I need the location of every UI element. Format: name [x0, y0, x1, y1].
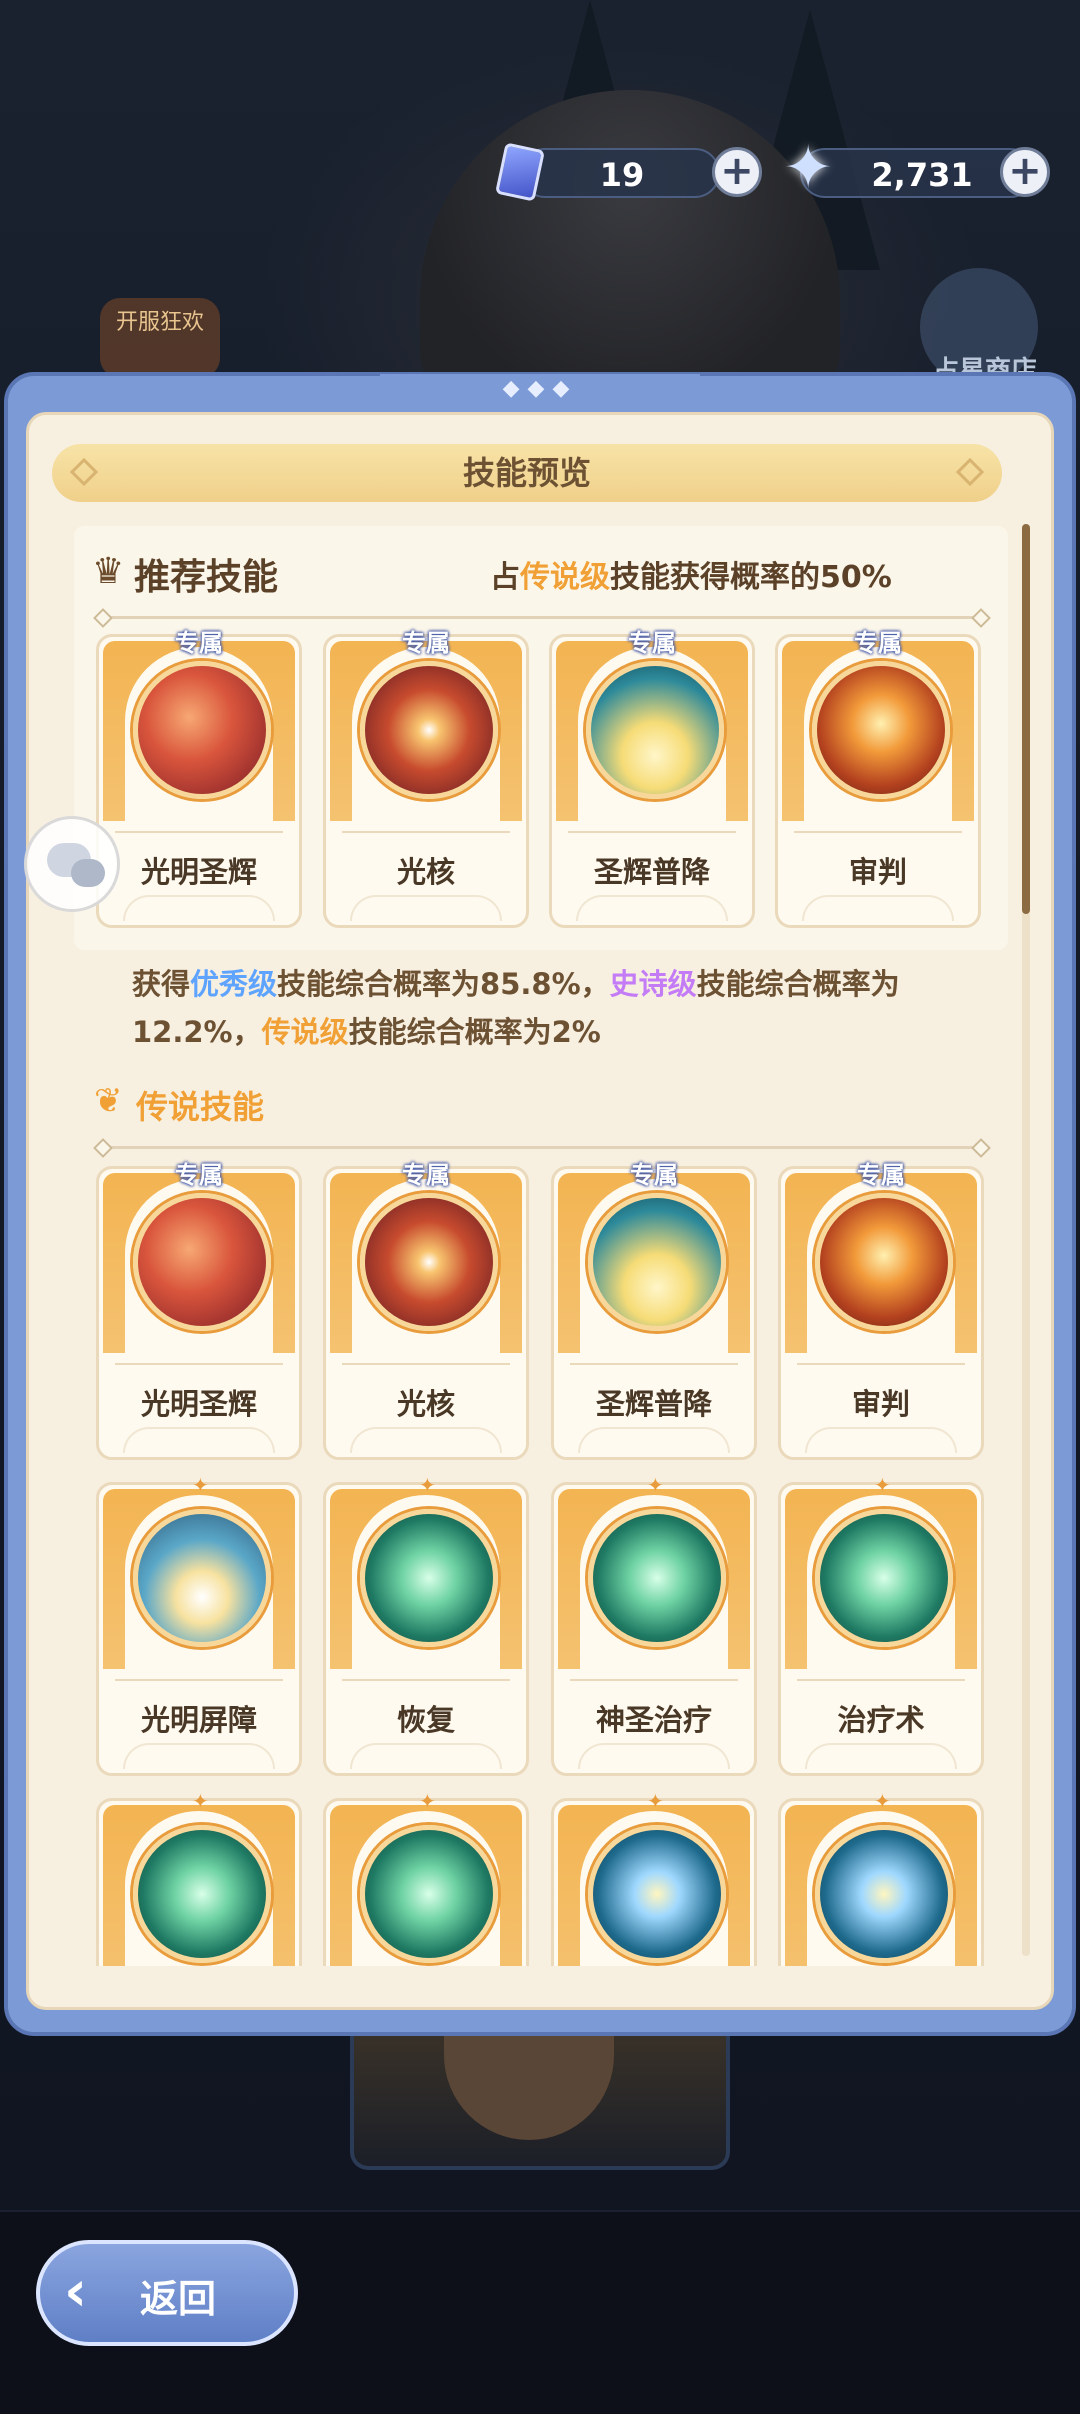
skill-icon-shenghui-pujiang	[586, 661, 724, 799]
section-divider	[104, 1146, 980, 1149]
crown-icon: ♛	[92, 551, 125, 592]
skill-icon-zhiliao-shu	[815, 1509, 953, 1647]
skill-card-shenghui-pujiang[interactable]: 专属 圣辉普降	[551, 1161, 757, 1460]
chat-button[interactable]	[24, 816, 120, 912]
skill-name: 治疗术	[837, 1703, 925, 1737]
skill-icon-huifu	[360, 1509, 498, 1647]
skill-name: 圣辉普降	[593, 855, 710, 889]
crystal-value: 2,731	[871, 156, 973, 194]
ticket-value: 19	[599, 156, 645, 194]
skill-icon-guangming-shenghui	[133, 661, 271, 799]
skill-icon-light-orb	[588, 1825, 726, 1963]
exclusive-badge: 专属	[175, 1161, 223, 1189]
add-ticket-button[interactable]: +	[712, 147, 762, 197]
skill-name: 审判	[851, 1387, 910, 1421]
panel-ornament: ◆◆◆	[380, 374, 700, 410]
section-divider	[104, 616, 980, 619]
skill-name: 恢复	[396, 1703, 455, 1737]
skill-icon-shenpan	[815, 1193, 953, 1331]
skill-card-guangming-shenghui[interactable]: 专属 光明圣辉	[96, 629, 302, 928]
scrollbar-thumb[interactable]	[1022, 524, 1030, 914]
panel-title: 技能预览	[462, 454, 591, 492]
skill-name: 光明屏障	[140, 1703, 257, 1737]
back-label: 返回	[140, 2277, 217, 2321]
skill-name: 审判	[848, 855, 907, 889]
skill-icon-guanghe	[360, 1193, 498, 1331]
exclusive-badge: 专属	[402, 629, 450, 657]
skill-name: 圣辉普降	[595, 1387, 712, 1421]
spark-icon: ✦	[419, 1790, 436, 1813]
recommended-title: 推荐技能	[134, 557, 279, 598]
skill-icon-healing-rise	[360, 1825, 498, 1963]
exclusive-badge: 专属	[854, 629, 902, 657]
skill-card[interactable]: ✦	[551, 1790, 757, 1966]
exclusive-badge: 专属	[630, 1161, 678, 1189]
skill-card-huifu[interactable]: ✦ 恢复	[323, 1473, 529, 1776]
skill-card-zhiliao-shu[interactable]: ✦ 治疗术	[778, 1473, 984, 1776]
ornament-diamond-icon	[955, 457, 985, 487]
skill-card-guanghe[interactable]: 专属 光核	[323, 629, 529, 928]
spark-icon: ✦	[647, 1790, 664, 1813]
skill-card-shenpan[interactable]: 专属 审判	[775, 629, 981, 928]
spark-icon: ✦	[874, 1473, 891, 1497]
skill-card-shensheng-zhiliao[interactable]: ✦ 神圣治疗	[551, 1473, 757, 1776]
legendary-title: 传说技能	[136, 1088, 265, 1126]
skill-card-guanghe[interactable]: 专属 光核	[323, 1161, 529, 1460]
back-arrow-icon: ‹	[64, 2259, 88, 2324]
exclusive-badge: 专属	[857, 1161, 905, 1189]
skill-card-guangming-shenghui[interactable]: 专属 光明圣辉	[96, 1161, 302, 1460]
skill-icon-guangming-pingzhang	[133, 1509, 271, 1647]
exclusive-badge: 专属	[175, 629, 223, 657]
event-icon[interactable]: 开服狂欢	[100, 298, 220, 378]
skill-name: 光明圣辉	[140, 1387, 257, 1421]
skill-card-shenpan[interactable]: 专属 审判	[778, 1161, 984, 1460]
exclusive-badge: 专属	[402, 1161, 450, 1189]
recommended-note: 占传说级技能获得概率的50%	[490, 560, 892, 595]
skill-icon-healing-hand	[133, 1825, 271, 1963]
skill-icon-guanghe	[360, 661, 498, 799]
spark-icon: ✦	[192, 1790, 209, 1813]
skill-name: 光核	[396, 855, 455, 889]
crystal-star-icon: ✦	[783, 133, 834, 203]
skill-icon-guangming-shenghui	[133, 1193, 271, 1331]
skill-card-guangming-pingzhang[interactable]: ✦ 光明屏障	[96, 1473, 302, 1776]
chat-bubble-icon	[71, 859, 105, 887]
spark-icon: ✦	[419, 1473, 436, 1497]
skill-card[interactable]: ✦	[96, 1790, 302, 1966]
skill-icon-shenghui-pujiang	[588, 1193, 726, 1331]
spark-icon: ✦	[192, 1473, 209, 1497]
ticket-counter: 19	[520, 148, 720, 198]
event-label: 开服狂欢	[115, 310, 204, 335]
skill-card[interactable]: ✦	[323, 1790, 529, 1966]
skill-grid-clip: ✦ ✦ ✦ ✦	[40, 1790, 1030, 1966]
skill-name: 光明圣辉	[140, 855, 257, 889]
skill-icon-shensheng-zhiliao	[588, 1509, 726, 1647]
spark-icon: ✦	[647, 1473, 664, 1497]
character-portrait	[350, 2020, 730, 2170]
probability-text: 获得优秀级技能综合概率为85.8%，史诗级技能综合概率为12.2%，传说级技能综…	[132, 967, 900, 1049]
spark-icon: ✦	[874, 1790, 891, 1813]
legendary-icon: ❦	[94, 1081, 123, 1121]
skill-icon-empower	[815, 1825, 953, 1963]
ornament-diamond-icon	[69, 457, 99, 487]
panel-title-bar: 技能预览	[52, 444, 1002, 502]
exclusive-badge: 专属	[628, 629, 676, 657]
skill-name: 神圣治疗	[595, 1703, 712, 1737]
skill-card[interactable]: ✦	[778, 1790, 984, 1966]
skill-name: 光核	[396, 1387, 455, 1421]
skill-card-shenghui-pujiang[interactable]: 专属 圣辉普降	[549, 629, 755, 928]
skill-icon-shenpan	[812, 661, 950, 799]
add-crystal-button[interactable]: +	[1000, 147, 1050, 197]
